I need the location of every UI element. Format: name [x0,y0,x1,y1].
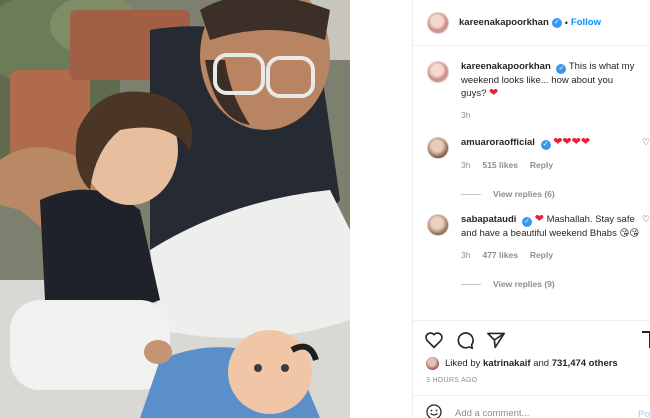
caption: kareenakapoorkhan ✓ This is what my week… [427,60,650,122]
list-item: amuaroraofficial ✓ ❤❤❤❤ 3h 515 likes Rep… [427,136,650,172]
comment-username[interactable]: sabapataudi [461,214,516,225]
caption-time[interactable]: 3h [461,109,470,122]
header-separator: • [564,17,568,28]
follow-button[interactable]: Follow [571,17,601,28]
comment-username[interactable]: amuaroraofficial [461,137,535,148]
verified-icon: ✓ [522,217,533,227]
view-replies-button[interactable]: View replies (9) [461,279,650,289]
avatar[interactable] [426,357,439,370]
liked-by-and: and [533,358,550,369]
post-photo[interactable] [0,0,350,418]
avatar[interactable] [427,61,449,83]
avatar[interactable] [427,137,449,159]
list-item: sabapataudi ✓ ❤ Mashallah. Stay safe and… [427,213,650,262]
heart-icon[interactable] [424,331,444,349]
comment-input[interactable] [455,408,625,418]
post-sidebar: kareenakapoorkhan ✓ • Follow kareenakapo… [412,0,650,418]
verified-icon: ✓ [540,140,551,150]
verified-icon: ✓ [551,17,562,28]
reply-button[interactable]: Reply [530,159,553,172]
comment-likes[interactable]: 515 likes [482,159,517,172]
add-comment-bar: Po [413,395,650,418]
comment-text: ❤❤❤❤ [553,136,591,148]
verified-icon: ✓ [556,64,567,74]
author-username[interactable]: kareenakapoorkhan [459,17,549,28]
likes-count[interactable]: 731,474 others [552,358,618,369]
post-timestamp[interactable]: 3 HOURS AGO [426,377,478,384]
liked-by-prefix: Liked by [445,358,481,369]
view-replies-button[interactable]: View replies (6) [461,189,650,199]
heart-icon[interactable]: ♡ [641,137,650,147]
smile-icon[interactable] [426,404,442,418]
comment-time[interactable]: 3h [461,249,470,262]
comment-icon[interactable] [455,331,475,349]
save-icon[interactable] [641,331,650,349]
heart-icon[interactable]: ♡ [641,214,650,224]
comments-list: kareenakapoorkhan ✓ This is what my week… [427,60,650,289]
heart-emoji: ❤ [489,87,499,99]
share-icon[interactable] [486,331,506,349]
post-header: kareenakapoorkhan ✓ • Follow [413,0,650,46]
reply-button[interactable]: Reply [530,249,553,262]
post-button[interactable]: Po [638,409,650,418]
avatar[interactable] [427,214,449,236]
heart-emoji: ❤ [534,213,544,225]
photo-illustration [0,0,350,418]
liked-by-user[interactable]: katrinakaif [483,358,531,369]
post-actions: Liked by katrinakaif and 731,474 others … [413,320,650,390]
comment-time[interactable]: 3h [461,159,470,172]
avatar[interactable] [427,11,449,34]
caption-username[interactable]: kareenakapoorkhan [461,61,551,72]
likes-summary: Liked by katrinakaif and 731,474 others [426,357,618,370]
comment-likes[interactable]: 477 likes [482,249,517,262]
